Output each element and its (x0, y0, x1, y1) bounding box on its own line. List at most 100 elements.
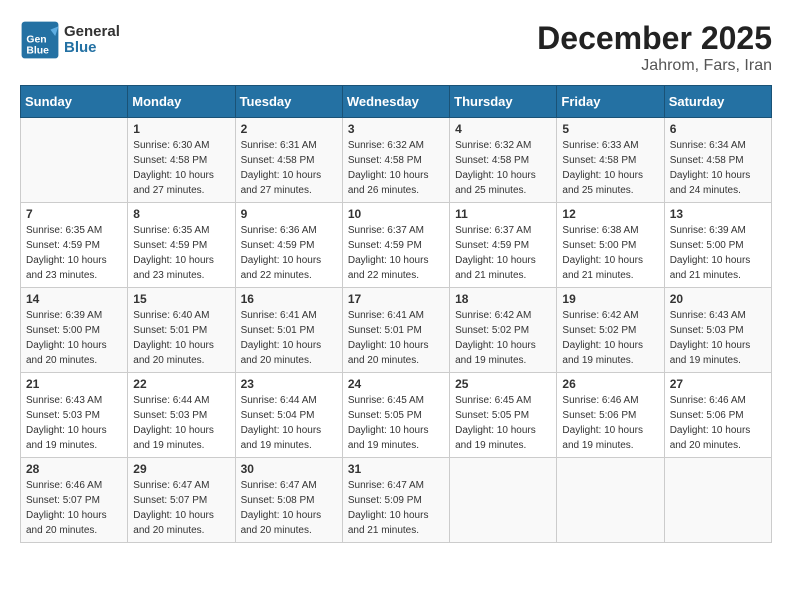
day-number: 27 (670, 377, 766, 391)
location-subtitle: Jahrom, Fars, Iran (537, 57, 772, 75)
day-info: Sunrise: 6:42 AM Sunset: 5:02 PM Dayligh… (455, 308, 551, 368)
day-info: Sunrise: 6:43 AM Sunset: 5:03 PM Dayligh… (670, 308, 766, 368)
weekday-header-tuesday: Tuesday (235, 86, 342, 118)
calendar-cell: 20 Sunrise: 6:43 AM Sunset: 5:03 PM Dayli… (664, 288, 771, 373)
day-number: 12 (562, 207, 658, 221)
title-area: December 2025 Jahrom, Fars, Iran (537, 20, 772, 75)
day-number: 28 (26, 462, 122, 476)
calendar-cell: 21Sunrise: 6:43 AM Sunset: 5:03 PM Dayli… (21, 373, 128, 458)
day-info: Sunrise: 6:42 AM Sunset: 5:02 PM Dayligh… (562, 308, 658, 368)
calendar-cell: 7 Sunrise: 6:35 AM Sunset: 4:59 PM Daylig… (21, 203, 128, 288)
calendar-cell: 23 Sunrise: 6:44 AM Sunset: 5:04 PM Dayli… (235, 373, 342, 458)
day-number: 8 (133, 207, 229, 221)
day-info: Sunrise: 6:44 AM Sunset: 5:04 PM Dayligh… (241, 393, 337, 453)
day-number: 17 (348, 292, 444, 306)
week-row-3: 14 Sunrise: 6:39 AM Sunset: 5:00 PM Dayli… (21, 288, 772, 373)
day-info: Sunrise: 6:46 AM Sunset: 5:06 PM Dayligh… (670, 393, 766, 453)
day-info: Sunrise: 6:35 AM Sunset: 4:59 PM Dayligh… (26, 223, 122, 283)
day-info: Sunrise: 6:47 AM Sunset: 5:08 PM Dayligh… (241, 478, 337, 538)
day-info: Sunrise: 6:38 AM Sunset: 5:00 PM Dayligh… (562, 223, 658, 283)
day-info: Sunrise: 6:47 AM Sunset: 5:09 PM Dayligh… (348, 478, 444, 538)
day-number: 14 (26, 292, 122, 306)
calendar-cell: 28Sunrise: 6:46 AM Sunset: 5:07 PM Dayli… (21, 458, 128, 543)
calendar-cell: 10 Sunrise: 6:37 AM Sunset: 4:59 PM Dayli… (342, 203, 449, 288)
day-info: Sunrise: 6:31 AM Sunset: 4:58 PM Dayligh… (241, 138, 337, 198)
day-number: 20 (670, 292, 766, 306)
calendar-cell: 31 Sunrise: 6:47 AM Sunset: 5:09 PM Dayli… (342, 458, 449, 543)
day-number: 19 (562, 292, 658, 306)
calendar-cell: 19 Sunrise: 6:42 AM Sunset: 5:02 PM Dayli… (557, 288, 664, 373)
weekday-header-friday: Friday (557, 86, 664, 118)
calendar-cell (557, 458, 664, 543)
calendar-cell: 13 Sunrise: 6:39 AM Sunset: 5:00 PM Dayli… (664, 203, 771, 288)
calendar-cell: 26Sunrise: 6:46 AM Sunset: 5:06 PM Dayli… (557, 373, 664, 458)
day-number: 31 (348, 462, 444, 476)
day-info: Sunrise: 6:40 AM Sunset: 5:01 PM Dayligh… (133, 308, 229, 368)
day-number: 6 (670, 122, 766, 136)
day-info: Sunrise: 6:33 AM Sunset: 4:58 PM Dayligh… (562, 138, 658, 198)
calendar-cell: 8 Sunrise: 6:35 AM Sunset: 4:59 PM Daylig… (128, 203, 235, 288)
day-number: 9 (241, 207, 337, 221)
week-row-2: 7 Sunrise: 6:35 AM Sunset: 4:59 PM Daylig… (21, 203, 772, 288)
calendar-cell: 14 Sunrise: 6:39 AM Sunset: 5:00 PM Dayli… (21, 288, 128, 373)
day-number: 23 (241, 377, 337, 391)
calendar-cell: 27 Sunrise: 6:46 AM Sunset: 5:06 PM Dayli… (664, 373, 771, 458)
day-info: Sunrise: 6:45 AM Sunset: 5:05 PM Dayligh… (348, 393, 444, 453)
calendar-cell (450, 458, 557, 543)
calendar-cell: 15 Sunrise: 6:40 AM Sunset: 5:01 PM Dayli… (128, 288, 235, 373)
day-number: 2 (241, 122, 337, 136)
calendar-cell: 4 Sunrise: 6:32 AM Sunset: 4:58 PM Daylig… (450, 118, 557, 203)
calendar-cell: 22Sunrise: 6:44 AM Sunset: 5:03 PM Dayli… (128, 373, 235, 458)
day-info: Sunrise: 6:46 AM Sunset: 5:06 PM Dayligh… (562, 393, 658, 453)
day-info: Sunrise: 6:36 AM Sunset: 4:59 PM Dayligh… (241, 223, 337, 283)
calendar-cell: 6 Sunrise: 6:34 AM Sunset: 4:58 PM Daylig… (664, 118, 771, 203)
calendar-cell: 1 Sunrise: 6:30 AM Sunset: 4:58 PM Daylig… (128, 118, 235, 203)
day-number: 4 (455, 122, 551, 136)
day-number: 13 (670, 207, 766, 221)
day-info: Sunrise: 6:41 AM Sunset: 5:01 PM Dayligh… (241, 308, 337, 368)
day-info: Sunrise: 6:32 AM Sunset: 4:58 PM Dayligh… (348, 138, 444, 198)
calendar-cell: 30 Sunrise: 6:47 AM Sunset: 5:08 PM Dayli… (235, 458, 342, 543)
day-info: Sunrise: 6:39 AM Sunset: 5:00 PM Dayligh… (670, 223, 766, 283)
calendar-cell: 9 Sunrise: 6:36 AM Sunset: 4:59 PM Daylig… (235, 203, 342, 288)
calendar-cell: 11 Sunrise: 6:37 AM Sunset: 4:59 PM Dayli… (450, 203, 557, 288)
day-info: Sunrise: 6:30 AM Sunset: 4:58 PM Dayligh… (133, 138, 229, 198)
day-info: Sunrise: 6:41 AM Sunset: 5:01 PM Dayligh… (348, 308, 444, 368)
week-row-4: 21Sunrise: 6:43 AM Sunset: 5:03 PM Dayli… (21, 373, 772, 458)
day-number: 30 (241, 462, 337, 476)
day-number: 10 (348, 207, 444, 221)
day-info: Sunrise: 6:35 AM Sunset: 4:59 PM Dayligh… (133, 223, 229, 283)
day-number: 22 (133, 377, 229, 391)
calendar-cell: 3Sunrise: 6:32 AM Sunset: 4:58 PM Daylig… (342, 118, 449, 203)
logo-blue-text: Blue (64, 40, 120, 57)
weekday-header-sunday: Sunday (21, 86, 128, 118)
day-number: 11 (455, 207, 551, 221)
day-number: 24 (348, 377, 444, 391)
day-info: Sunrise: 6:37 AM Sunset: 4:59 PM Dayligh… (348, 223, 444, 283)
weekday-header-thursday: Thursday (450, 86, 557, 118)
weekday-header-row: SundayMondayTuesdayWednesdayThursdayFrid… (21, 86, 772, 118)
day-number: 15 (133, 292, 229, 306)
calendar-cell: 2 Sunrise: 6:31 AM Sunset: 4:58 PM Daylig… (235, 118, 342, 203)
day-number: 1 (133, 122, 229, 136)
day-number: 25 (455, 377, 551, 391)
calendar-cell: 16 Sunrise: 6:41 AM Sunset: 5:01 PM Dayli… (235, 288, 342, 373)
weekday-header-monday: Monday (128, 86, 235, 118)
day-number: 7 (26, 207, 122, 221)
day-number: 5 (562, 122, 658, 136)
month-title: December 2025 (537, 20, 772, 57)
calendar-cell (21, 118, 128, 203)
svg-text:Gen: Gen (26, 34, 46, 45)
logo: Gen Blue General Blue (20, 20, 120, 60)
day-number: 16 (241, 292, 337, 306)
logo-icon: Gen Blue (20, 20, 60, 60)
logo-general-text: General (64, 24, 120, 41)
day-info: Sunrise: 6:39 AM Sunset: 5:00 PM Dayligh… (26, 308, 122, 368)
day-number: 29 (133, 462, 229, 476)
day-number: 18 (455, 292, 551, 306)
day-info: Sunrise: 6:34 AM Sunset: 4:58 PM Dayligh… (670, 138, 766, 198)
day-info: Sunrise: 6:32 AM Sunset: 4:58 PM Dayligh… (455, 138, 551, 198)
day-info: Sunrise: 6:43 AM Sunset: 5:03 PM Dayligh… (26, 393, 122, 453)
day-info: Sunrise: 6:37 AM Sunset: 4:59 PM Dayligh… (455, 223, 551, 283)
calendar-cell: 24 Sunrise: 6:45 AM Sunset: 5:05 PM Dayli… (342, 373, 449, 458)
